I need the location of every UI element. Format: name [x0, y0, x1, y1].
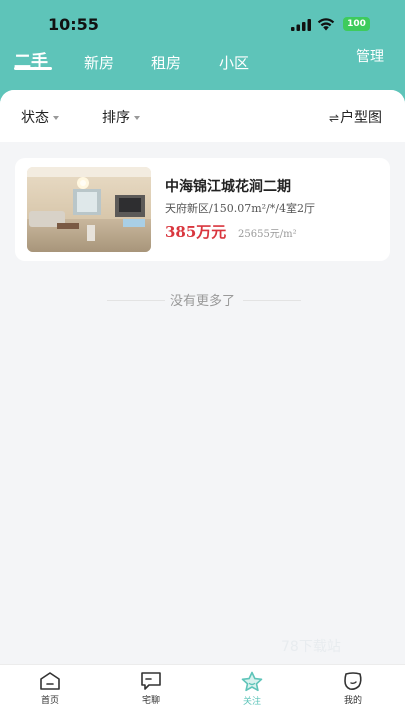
swap-icon: ⇌ [329, 111, 340, 125]
listing-card[interactable]: 中海锦江城花涧二期 天府新区/150.07m²/*/4室2厅 385万元 256… [15, 158, 390, 261]
status-filter-label: 状态 [21, 110, 49, 126]
tab-community[interactable]: 小区 [219, 51, 249, 75]
listing-unit-price: 25655元/m² [238, 229, 297, 240]
manage-button[interactable]: 管理 [356, 46, 384, 66]
status-bar: 10:55 100 [0, 0, 405, 46]
status-time: 10:55 [48, 15, 99, 34]
category-tabs: 二手 新房 租房 小区 [0, 50, 340, 78]
tab-second-hand[interactable]: 二手 [14, 50, 48, 74]
listing-title: 中海锦江城花涧二期 [165, 179, 291, 195]
status-filter[interactable]: 状态 [21, 107, 59, 127]
sort-filter-label: 排序 [102, 110, 130, 126]
nav-profile-label: 我的 [343, 696, 362, 706]
nav-chat-label: 宅聊 [141, 696, 160, 706]
nav-chat[interactable]: 宅聊 [121, 671, 181, 706]
caret-down-icon [134, 116, 140, 120]
layout-filter[interactable]: ⇌户型图 [329, 107, 382, 127]
sort-filter[interactable]: 排序 [102, 107, 140, 127]
nav-home[interactable]: 首页 [20, 671, 80, 706]
star-icon [241, 671, 263, 692]
no-more-message: 没有更多了 [169, 294, 235, 309]
wifi-icon [317, 18, 335, 31]
listing-price: 385万元 [165, 223, 227, 241]
listing-photo [27, 167, 151, 252]
signal-icon [291, 19, 311, 31]
chat-icon [141, 672, 161, 690]
home-icon [40, 672, 60, 690]
nav-follow-label: 关注 [242, 697, 261, 707]
listing-details: 天府新区/150.07m²/*/4室2厅 [165, 202, 315, 215]
nav-follow[interactable]: 关注 [222, 671, 282, 707]
caret-down-icon [53, 116, 59, 120]
nav-profile[interactable]: 我的 [323, 671, 383, 706]
active-tab-indicator [14, 67, 52, 70]
watermark-text: 78下载站 [281, 639, 341, 655]
bottom-navigation: 首页 宅聊 关注 我的 [0, 664, 405, 721]
tab-new-house[interactable]: 新房 [84, 51, 114, 75]
profile-icon [344, 672, 362, 690]
content-sheet: 状态 排序 ⇌户型图 中海锦江城花涧二期 天府新区/150.07m²/*/4室2… [0, 90, 405, 664]
nav-home-label: 首页 [40, 696, 59, 706]
battery-indicator: 100 [343, 17, 370, 31]
filter-bar: 状态 排序 ⇌户型图 [0, 90, 405, 142]
layout-filter-label: 户型图 [340, 110, 383, 126]
tab-rental[interactable]: 租房 [151, 51, 181, 75]
